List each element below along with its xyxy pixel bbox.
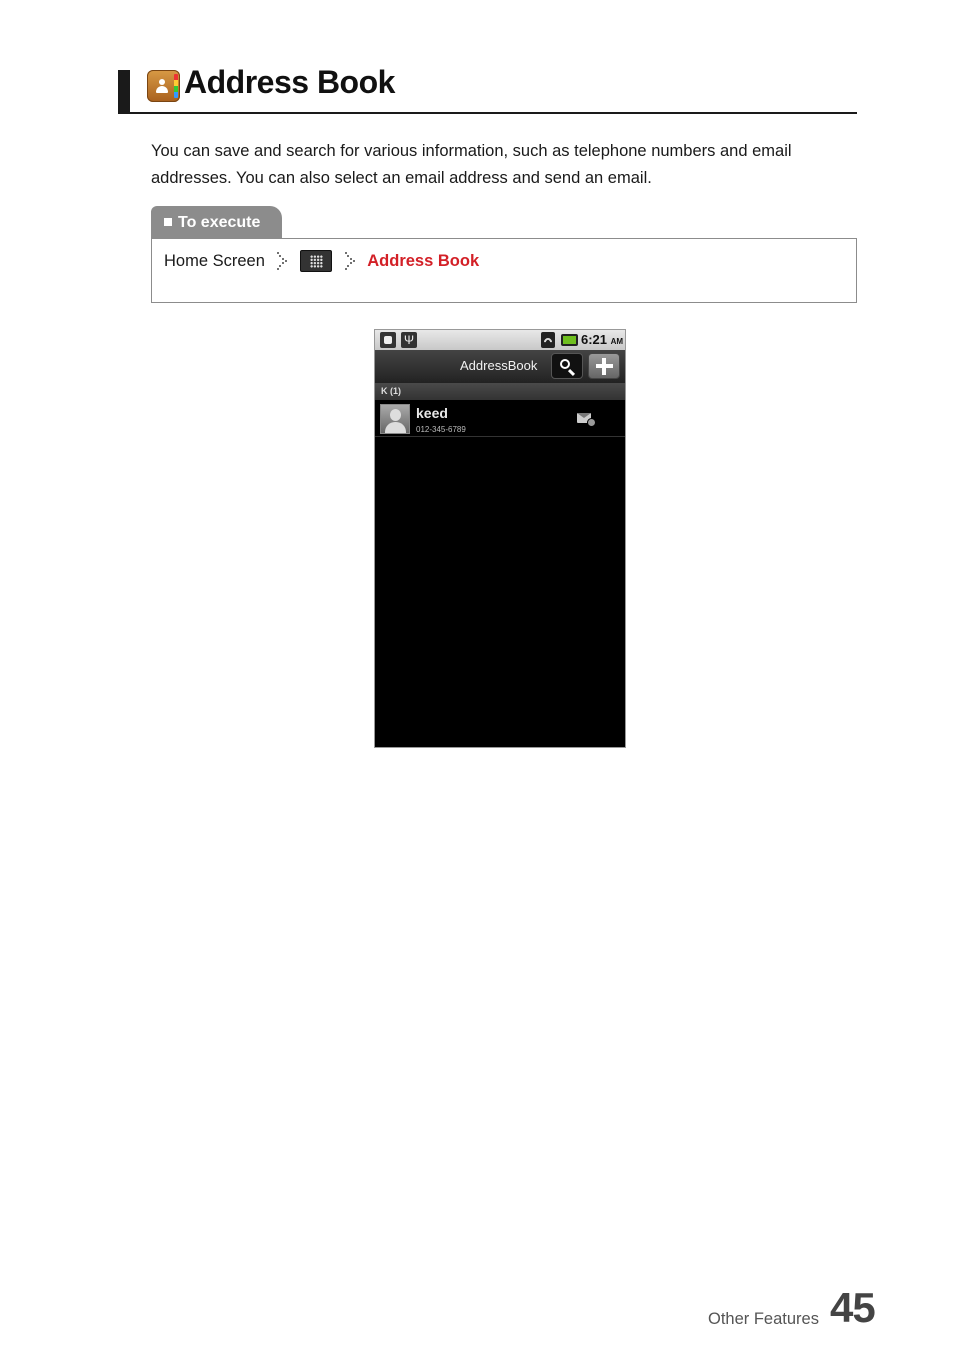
- contact-row[interactable]: keed 012-345-6789: [375, 401, 625, 437]
- footer-section-label: Other Features: [708, 1310, 819, 1328]
- app-top-bar: AddressBook: [375, 350, 625, 383]
- person-icon: [156, 79, 168, 93]
- app-drawer-grid-icon: [300, 249, 333, 272]
- grid-dots-icon: [310, 254, 324, 268]
- color-tabs-icon: [174, 74, 178, 98]
- contact-name: keed: [416, 405, 448, 421]
- step-home-screen: Home Screen: [164, 251, 265, 270]
- title-rule: [118, 112, 857, 114]
- usb-icon: [401, 332, 417, 348]
- title-accent-bar: [118, 70, 130, 114]
- status-time-value: 6:21: [581, 332, 608, 347]
- execute-tab: To execute: [151, 206, 282, 239]
- notification-icon: [380, 332, 396, 348]
- contact-phone: 012-345-6789: [416, 425, 466, 434]
- search-button[interactable]: [551, 353, 583, 379]
- wifi-signal-icon: [541, 332, 555, 348]
- square-bullet-icon: [164, 218, 172, 226]
- step-address-book: Address Book: [367, 251, 480, 270]
- intro-text: You can save and search for various info…: [151, 142, 792, 187]
- page-title: Address Book: [184, 64, 395, 100]
- address-book-app-icon: [147, 70, 180, 102]
- email-icon[interactable]: [577, 413, 596, 427]
- dotted-arrow-icon: [343, 251, 357, 271]
- search-icon: [560, 359, 570, 369]
- page-number: 45: [830, 1284, 876, 1331]
- execute-steps: Home Screen Address Book: [164, 249, 479, 272]
- app-title: AddressBook: [460, 358, 538, 373]
- section-header-k: K (1): [375, 383, 625, 400]
- avatar: [380, 404, 410, 434]
- status-time: 6:21 AM: [581, 331, 623, 351]
- battery-charging-icon: [561, 334, 578, 346]
- dotted-arrow-icon: [275, 251, 289, 271]
- add-contact-button[interactable]: [588, 353, 620, 379]
- status-bar: 6:21 AM: [375, 330, 625, 350]
- phone-screenshot: 6:21 AM AddressBook K (1) keed 012-345-6…: [374, 329, 626, 748]
- execute-tab-label: To execute: [178, 214, 261, 231]
- status-time-ampm: AM: [610, 337, 624, 346]
